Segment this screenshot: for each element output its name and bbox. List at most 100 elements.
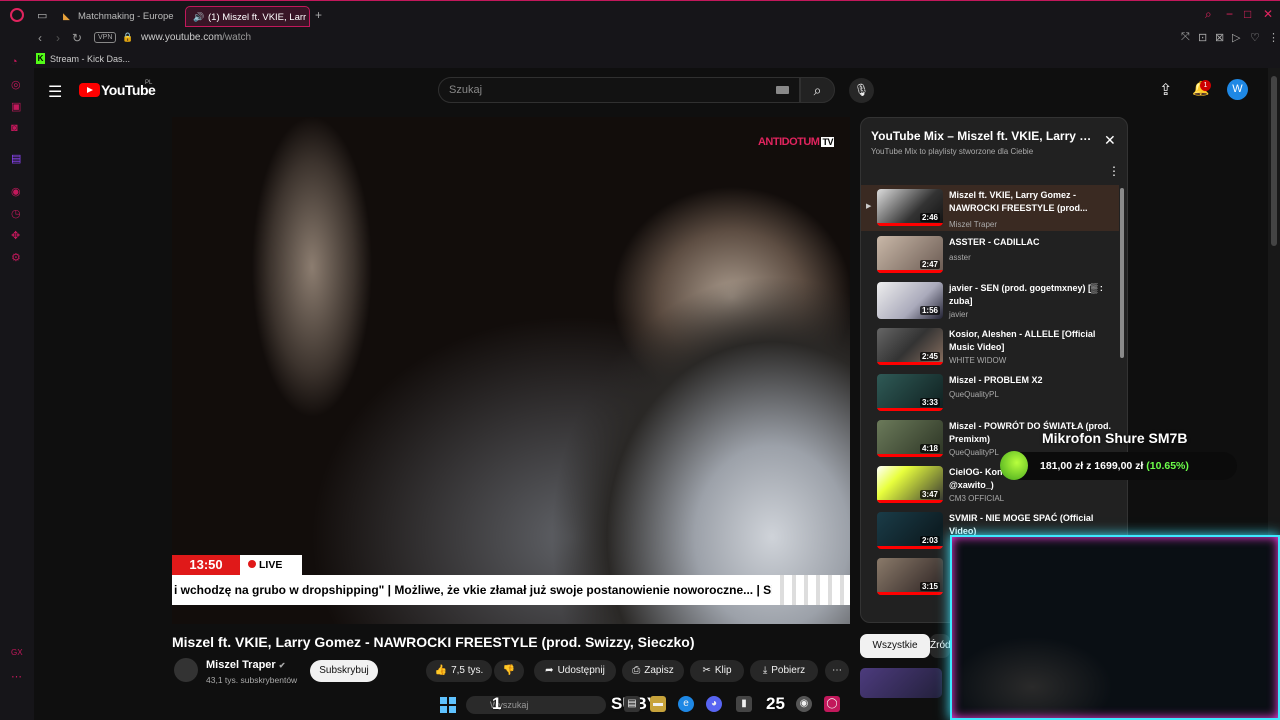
- chip-all[interactable]: Wszystkie: [860, 634, 930, 658]
- back-icon[interactable]: ‹: [38, 31, 42, 45]
- scrollbar-thumb[interactable]: [1271, 76, 1277, 246]
- live-dot-icon: [248, 560, 256, 568]
- search-icon: ⌕: [813, 82, 822, 98]
- video-player[interactable]: ANTIDOTUM TV 13:50 LIVE i wchodzę na grub…: [172, 117, 850, 624]
- playlist-item-author: Miszel Traper: [949, 220, 998, 229]
- forward-icon[interactable]: ›: [56, 31, 60, 45]
- lock-icon[interactable]: 🔒: [122, 32, 133, 43]
- instagram-icon[interactable]: ◙: [11, 122, 18, 134]
- settings-icon[interactable]: ⚙: [11, 251, 21, 264]
- playlist-item-title: ASSTER - CADILLAC: [949, 237, 1040, 247]
- duration: 4:18: [919, 444, 940, 453]
- playlist-item[interactable]: 2:45 Kosior, Aleshen - ALLELE [Official …: [861, 324, 1119, 370]
- gx-icon[interactable]: GX: [11, 648, 23, 657]
- youtube-logo-icon[interactable]: [79, 83, 100, 97]
- maximize-icon[interactable]: □: [1244, 7, 1251, 21]
- whatsapp-icon[interactable]: ▣: [11, 100, 21, 113]
- new-tab-icon[interactable]: +: [315, 8, 322, 22]
- messenger-icon[interactable]: ◎: [11, 78, 21, 91]
- channel-name[interactable]: Miszel Traper ✔: [206, 659, 285, 671]
- more-actions-button[interactable]: ⋯: [825, 660, 849, 682]
- playlist-title[interactable]: YouTube Mix – Miszel ft. VKIE, Larry Gom…: [871, 129, 1097, 143]
- playlist-item-author: CM3 OFFICIAL: [949, 494, 1005, 503]
- tab-youtube[interactable]: 🔊 (1) Miszel ft. VKIE, Larr: [185, 6, 310, 27]
- menu-icon[interactable]: ⋮: [1268, 31, 1279, 44]
- opera-gx-icon[interactable]: ◯: [824, 696, 840, 712]
- playlist-menu-icon[interactable]: ⋮: [1108, 164, 1120, 178]
- playlist-item-author: asster: [949, 253, 971, 262]
- playlist-item-title: Miszel - PROBLEM X2: [949, 375, 1043, 385]
- minimize-icon[interactable]: −: [1226, 7, 1233, 21]
- bookmarks-bar: K Stream - Kick Das...: [0, 50, 1280, 68]
- playlist-item-title: Miszel ft. VKIE, Larry Gomez - NAWROCKI …: [949, 190, 1088, 213]
- search-tabs-icon[interactable]: ⌕: [1205, 7, 1212, 22]
- share-button[interactable]: ➦ Udostępnij: [534, 660, 616, 682]
- app-icon[interactable]: ▮: [736, 696, 752, 712]
- playlist-thumbnail: 2:46: [877, 189, 943, 226]
- reload-icon[interactable]: ↻: [72, 31, 82, 45]
- extensions-icon[interactable]: ⊡: [1198, 31, 1207, 44]
- kick-icon: K: [36, 53, 45, 64]
- download-button[interactable]: ⤓ Pobierz: [750, 660, 818, 682]
- playlist-scrollbar[interactable]: [1120, 188, 1124, 358]
- close-icon[interactable]: ✕: [1104, 132, 1116, 149]
- tab-islands-icon[interactable]: ▭: [37, 9, 47, 22]
- snapshot-icon[interactable]: ⤧: [1181, 31, 1190, 44]
- playlist-item[interactable]: 3:33 Miszel - PROBLEM X2 QueQualityPL: [861, 370, 1119, 416]
- opera-logo-icon[interactable]: [10, 8, 24, 22]
- faceit-icon: ◣: [63, 11, 70, 21]
- vpn-badge[interactable]: VPN: [94, 32, 117, 43]
- like-count: 7,5 tys.: [451, 665, 484, 676]
- player-icon[interactable]: ▷: [1232, 31, 1240, 44]
- taskbar-search[interactable]: Wyszukaj: [466, 696, 606, 714]
- edge-icon[interactable]: e: [678, 696, 694, 712]
- playlist-item[interactable]: ▶ 2:46 Miszel ft. VKIE, Larry Gomez - NA…: [861, 185, 1119, 231]
- account-avatar[interactable]: W: [1227, 79, 1248, 100]
- extensions-sidebar-icon[interactable]: ✥: [11, 229, 20, 242]
- dislike-button[interactable]: 👎: [494, 660, 524, 682]
- tab-matchmaking[interactable]: ◣ Matchmaking - Europe 5v: [56, 6, 176, 27]
- more-sidebar-icon[interactable]: ⋯: [11, 670, 22, 683]
- duration: 2:03: [919, 536, 940, 545]
- obs-icon[interactable]: ◉: [796, 696, 812, 712]
- bookmark-icon: ⎙: [632, 665, 641, 676]
- windows-start-icon[interactable]: [440, 697, 456, 713]
- subscribe-button[interactable]: Subskrybuj: [310, 660, 378, 682]
- shield-icon[interactable]: ⊠: [1215, 31, 1224, 44]
- share-icon: ➦: [545, 665, 554, 676]
- save-button[interactable]: ⎙ Zapisz: [622, 660, 684, 682]
- playlist-item-title: javier - SEN (prod. gogetmxney) [▒ : zub…: [949, 283, 1103, 306]
- watched-bar: [877, 546, 943, 549]
- url-field[interactable]: www.youtube.com/watch: [141, 32, 251, 43]
- goal-percent: (10.65%): [1146, 460, 1189, 472]
- folder-icon[interactable]: ▬: [650, 696, 666, 712]
- channel-avatar[interactable]: [174, 658, 198, 682]
- like-button[interactable]: 👍 7,5 tys.: [426, 660, 492, 682]
- watched-bar: [877, 408, 943, 411]
- voice-search-button[interactable]: 🎙: [849, 78, 874, 103]
- live-label: LIVE: [259, 559, 283, 571]
- thumb-up-icon: 👍: [434, 665, 448, 676]
- tab-label: (1) Miszel ft. VKIE, Larr: [208, 12, 307, 23]
- history-icon[interactable]: ◷: [11, 207, 21, 220]
- playlist-item[interactable]: 2:47 ASSTER - CADILLAC asster: [861, 232, 1119, 278]
- playlist-item[interactable]: 1:56 javier - SEN (prod. gogetmxney) [▒ …: [861, 278, 1119, 324]
- file-explorer-icon[interactable]: ▤: [624, 696, 640, 712]
- guide-menu-icon[interactable]: ☰: [48, 82, 62, 102]
- microphone-icon: 🎙: [853, 83, 870, 97]
- search-button[interactable]: ⌕: [800, 77, 835, 103]
- close-window-icon[interactable]: ✕: [1263, 7, 1273, 21]
- recommended-thumbnail[interactable]: [860, 668, 942, 698]
- keyboard-icon[interactable]: [776, 86, 789, 94]
- heart-icon[interactable]: ♡: [1250, 31, 1260, 44]
- twitch-icon[interactable]: ▤: [11, 152, 21, 165]
- clip-button[interactable]: ✂ Klip: [690, 660, 744, 682]
- player-sidebar-icon[interactable]: ◉: [11, 185, 21, 198]
- search-input[interactable]: Szukaj: [438, 77, 800, 103]
- aria-icon[interactable]: ◔: [11, 56, 18, 68]
- bookmark-kick[interactable]: Stream - Kick Das...: [50, 54, 130, 64]
- upload-icon[interactable]: ⇪: [1159, 80, 1172, 100]
- chip-source[interactable]: Źród: [930, 634, 950, 658]
- discord-icon[interactable]: ◕: [706, 696, 722, 712]
- donation-goal-title: Mikrofon Shure SM7B: [1042, 430, 1188, 446]
